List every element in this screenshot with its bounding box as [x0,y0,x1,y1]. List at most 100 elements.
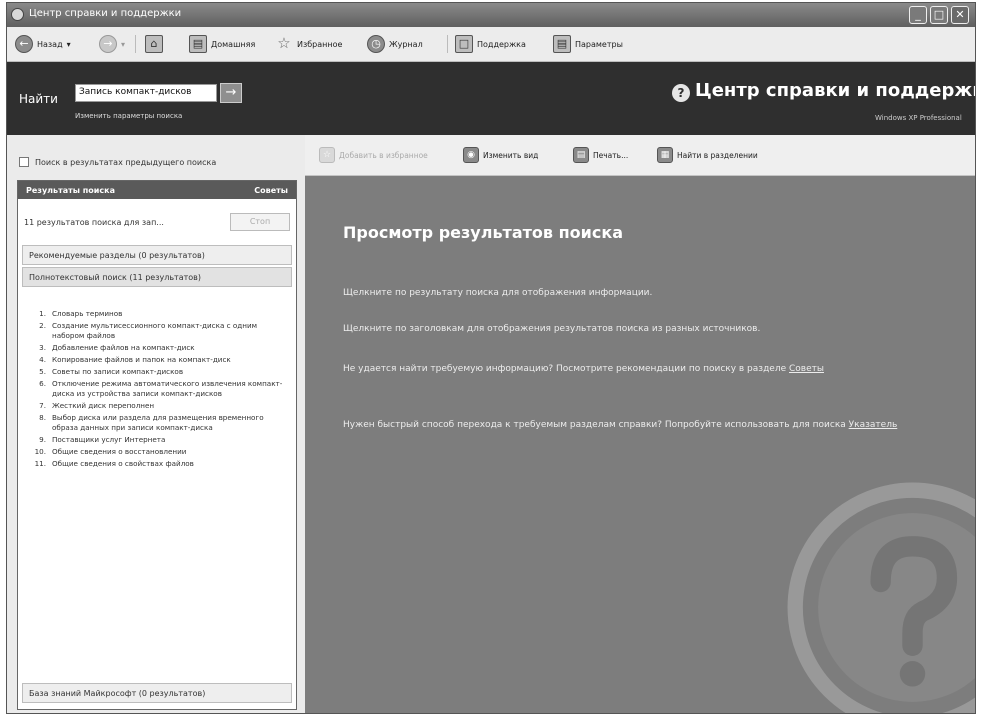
list-item[interactable]: 9. Поставщики услуг Интернета [24,435,290,445]
list-item[interactable]: 5. Советы по записи компакт-дисков [24,367,290,377]
forward-button[interactable]: → ▾ [99,33,125,55]
support-monitor-icon: □ [455,35,473,53]
list-item[interactable]: 10. Общие сведения о восстановлении [24,447,290,457]
history-label: Журнал [389,39,423,49]
result-link[interactable]: Общие сведения о восстановлении [52,447,186,457]
find-compat-button[interactable]: ▦ Найти в разделении [657,147,758,163]
toolbar-separator [447,35,448,53]
list-item[interactable]: 8. Выбор диска или раздела для размещения… [24,413,290,433]
help-question-watermark-icon [787,482,975,713]
results-list: 1. Словарь терминов 2. Создание мультисесс… [24,309,290,471]
result-link[interactable]: Копирование файлов и папок на компакт-ди… [52,355,231,365]
result-link[interactable]: Отключение режима автоматического извлеч… [52,379,290,399]
favorites-label: Избранное [297,39,343,49]
left-pane: Поиск в результатах предыдущего поиска Р… [7,135,305,713]
search-header-band: Найти Запись компакт-дисков → Изменить п… [7,62,975,135]
content-paragraph: Нужен быстрый способ перехода к требуемы… [343,417,953,433]
content-paragraph: Щелкните по заголовкам для отображения р… [343,324,761,334]
suggested-topics-section[interactable]: Рекомендуемые разделы (0 результатов) [22,245,292,265]
print-button[interactable]: ▤ Печать... [573,147,628,163]
result-link[interactable]: Выбор диска или раздела для размещения в… [52,413,290,433]
result-link[interactable]: Общие сведения о свойствах файлов [52,459,194,469]
search-input[interactable]: Запись компакт-дисков [75,84,217,102]
list-item[interactable]: 11. Общие сведения о свойствах файлов [24,459,290,469]
search-results-panel: Результаты поиска Советы 11 результатов … [17,180,297,710]
results-count-text: 11 результатов поиска для зап... [24,217,164,227]
maximize-button[interactable]: □ [930,6,948,24]
options-document-icon: ▤ [553,35,571,53]
paragraph-text: Нужен быстрый способ перехода к требуемы… [343,420,846,430]
add-to-favorites-button[interactable]: ☆ Добавить в избранное [319,147,428,163]
go-arrow-icon: → [225,85,237,100]
favorites-button[interactable]: ☆ Избранное [275,33,342,55]
result-link[interactable]: Создание мультисессионного компакт-диска… [52,321,290,341]
list-item[interactable]: 3. Добавление файлов на компакт-диск [24,343,290,353]
back-arrow-icon: ← [15,35,33,53]
home-icon: ⌂ [145,35,163,53]
clock-icon: ◷ [367,35,385,53]
tips-link[interactable]: Советы [254,186,288,195]
options-label: Параметры [575,39,623,49]
content-pane: ☆ Добавить в избранное ◉ Изменить вид ▤ … [305,135,975,713]
history-button[interactable]: ◷ Журнал [367,33,423,55]
close-button[interactable]: ✕ [951,6,969,24]
forward-dropdown-icon: ▾ [121,39,126,49]
back-button[interactable]: ← Назад ▾ [15,33,71,55]
support-label: Поддержка [477,39,526,49]
print-label: Печать... [593,150,629,160]
find-compat-label: Найти в разделении [677,150,758,160]
fulltext-search-section[interactable]: Полнотекстовый поиск (11 результатов) [22,267,292,287]
search-go-button[interactable]: → [220,83,242,103]
books-icon: ▦ [657,147,673,163]
results-count-row: 11 результатов поиска для зап... Стоп [24,211,290,233]
printer-icon: ▤ [573,147,589,163]
result-link[interactable]: Добавление файлов на компакт-диск [52,343,195,353]
help-window: Центр справки и поддержки _ □ ✕ ← Назад … [6,2,976,714]
result-link[interactable]: Поставщики услуг Интернета [52,435,165,445]
search-options-link[interactable]: Изменить параметры поиска [75,112,182,120]
index-link[interactable]: Указатель [849,420,898,430]
brand-title: Центр справки и поддержки [695,80,976,101]
change-view-button[interactable]: ◉ Изменить вид [463,147,538,163]
toolbar-separator [135,35,136,53]
index-button[interactable]: ▤ Домашняя [189,33,255,55]
home-button[interactable]: ⌂ [145,33,163,55]
results-header-title: Результаты поиска [26,185,115,195]
support-button[interactable]: □ Поддержка [455,33,526,55]
options-button[interactable]: ▤ Параметры [553,33,623,55]
list-item[interactable]: 6. Отключение режима автоматического извл… [24,379,290,399]
list-item[interactable]: 7. Жесткий диск переполнен [24,401,290,411]
search-previous-results-option[interactable]: Поиск в результатах предыдущего поиска [19,157,216,167]
knowledge-base-section[interactable]: База знаний Майкрософт (0 результатов) [22,683,292,703]
search-previous-checkbox[interactable] [19,157,29,167]
content-paragraph: Щелкните по результату поиска для отобра… [343,288,653,298]
content-toolbar: ☆ Добавить в избранное ◉ Изменить вид ▤ … [305,135,975,176]
result-link[interactable]: Словарь терминов [52,309,122,319]
change-view-icon: ◉ [463,147,479,163]
forward-arrow-icon: → [99,35,117,53]
content-paragraph: Не удается найти требуемую информацию? П… [343,361,953,377]
add-favorites-label: Добавить в избранное [339,150,428,160]
result-link[interactable]: Советы по записи компакт-дисков [52,367,183,377]
tips-link[interactable]: Советы [789,364,824,374]
brand-subtitle: Windows XP Professional [875,114,962,122]
find-label: Найти [19,92,58,106]
result-link[interactable]: Жесткий диск переполнен [52,401,154,411]
results-panel-header: Результаты поиска Советы [18,181,296,199]
content-heading: Просмотр результатов поиска [343,223,623,242]
list-item[interactable]: 2. Создание мультисессионного компакт-дис… [24,321,290,341]
back-dropdown-icon: ▾ [66,39,71,49]
change-view-label: Изменить вид [483,150,539,160]
book-icon: ▤ [189,35,207,53]
list-item[interactable]: 4. Копирование файлов и папок на компакт-… [24,355,290,365]
help-app-icon [11,8,24,21]
paragraph-text: Не удается найти требуемую информацию? П… [343,364,787,374]
minimize-button[interactable]: _ [909,6,927,24]
search-previous-label: Поиск в результатах предыдущего поиска [35,157,217,167]
list-item[interactable]: 1. Словарь терминов [24,309,290,319]
stop-button[interactable]: Стоп [230,213,290,231]
add-favorite-icon: ☆ [319,147,335,163]
index-label: Домашняя [211,39,256,49]
star-icon: ☆ [277,34,291,52]
help-question-icon: ? [672,84,690,102]
